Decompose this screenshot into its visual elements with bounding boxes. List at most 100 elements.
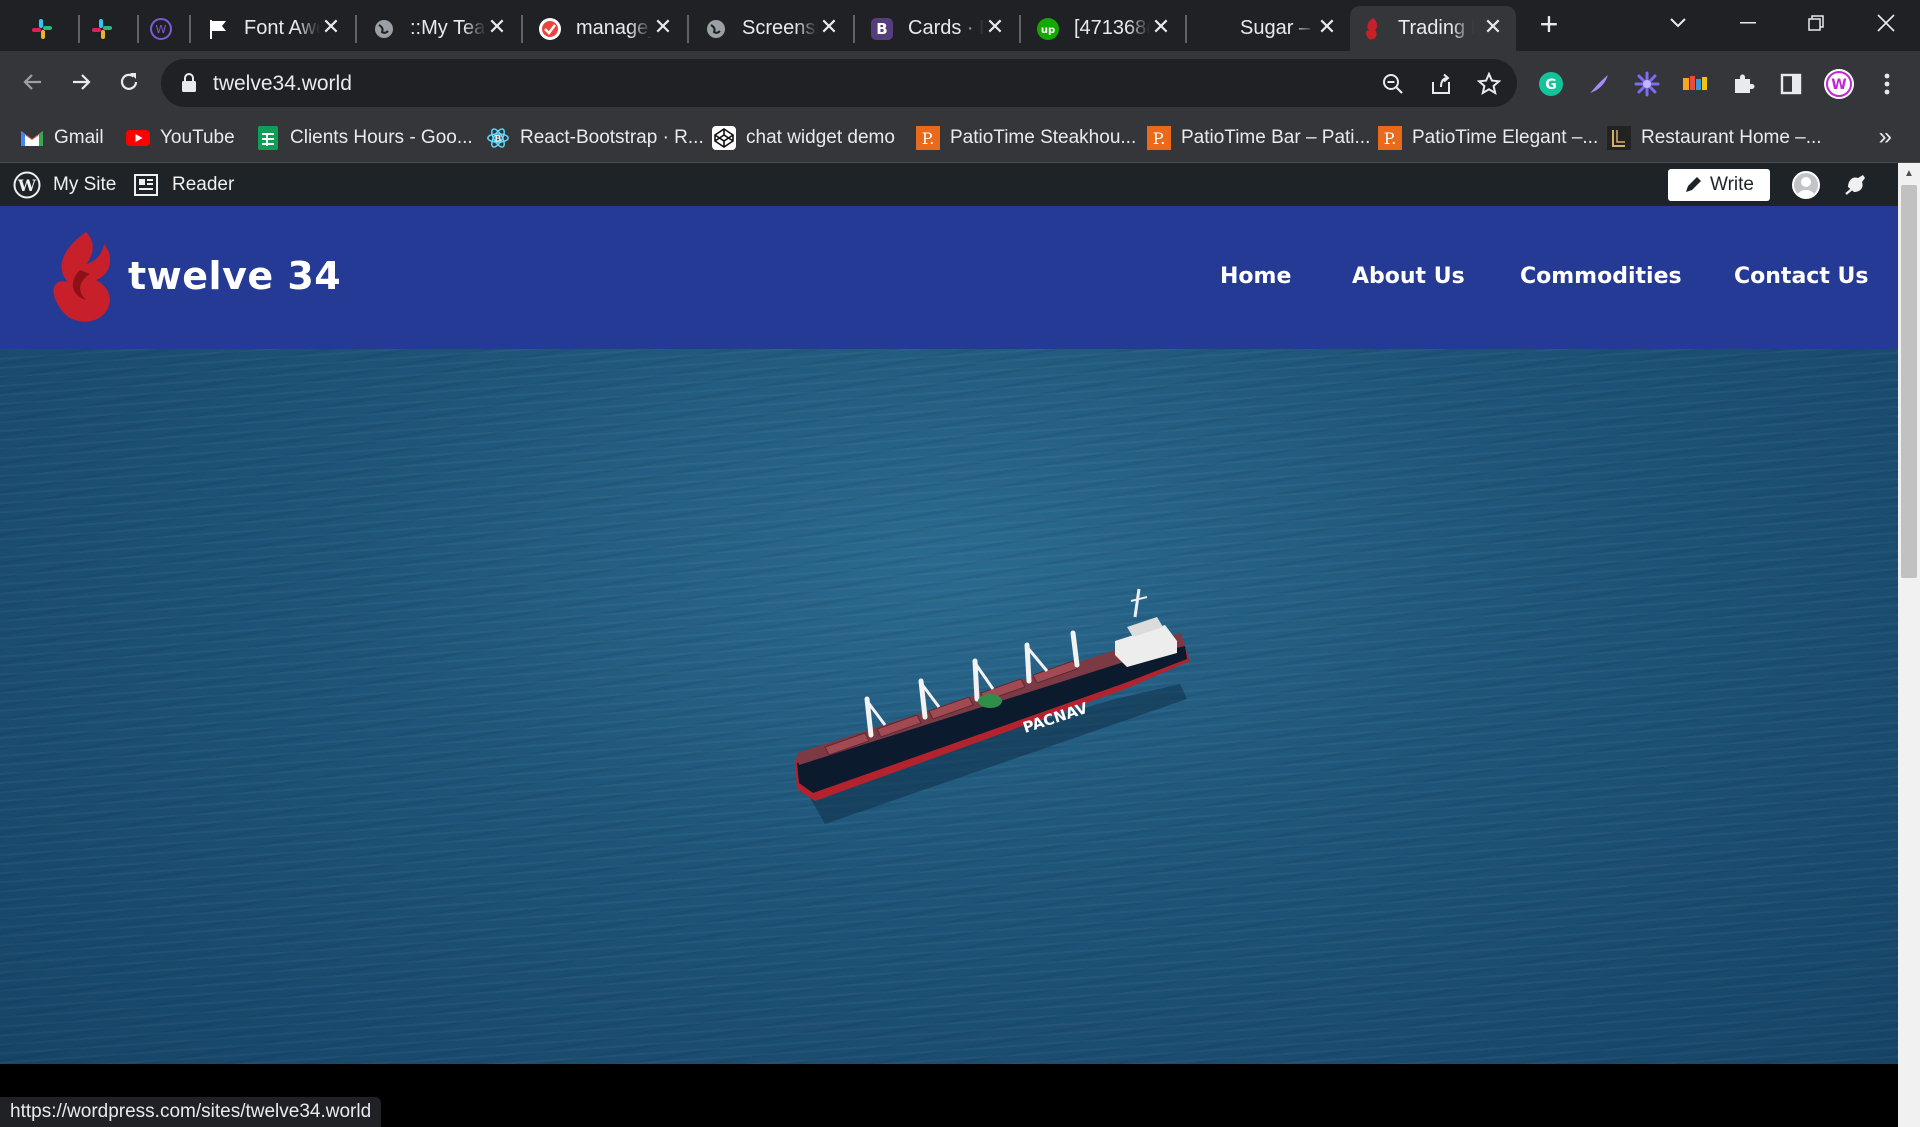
grammarly-icon[interactable]: G — [1535, 68, 1567, 100]
tab-title: Sugar – T — [1240, 17, 1316, 39]
close-icon[interactable]: ✕ — [318, 14, 344, 40]
forward-button[interactable] — [64, 65, 98, 99]
tab-screenshot[interactable]: Screensh ✕ — [694, 6, 852, 51]
write-label: Write — [1710, 174, 1754, 195]
sheets-icon — [256, 126, 280, 150]
wp-my-site-link[interactable]: W My Site — [13, 163, 116, 206]
tab-upwork[interactable]: up [471368( ✕ — [1026, 6, 1184, 51]
lock-icon[interactable] — [181, 73, 197, 98]
zoom-icon[interactable] — [1380, 71, 1406, 97]
tab-title: ::My Tear — [410, 17, 486, 39]
my-site-label: My Site — [53, 173, 117, 195]
flame-logo[interactable] — [46, 230, 116, 326]
url-text[interactable]: twelve34.world — [213, 72, 352, 96]
nav-home[interactable]: Home — [1220, 264, 1291, 289]
bookmark-star-icon[interactable] — [1476, 71, 1502, 97]
cargo-ship-illustration: PACNAV — [795, 588, 1190, 824]
tab-separator — [687, 15, 689, 43]
bookmark-label: chat widget demo — [746, 127, 895, 148]
tab-font-awesome[interactable]: Font Awe ✕ — [196, 6, 354, 51]
close-icon[interactable]: ✕ — [1480, 14, 1506, 40]
svg-text:up: up — [1041, 25, 1055, 36]
flame-icon — [1360, 17, 1384, 41]
address-bar[interactable]: twelve34.world — [161, 59, 1517, 107]
tab-trading-active[interactable]: Trading I ✕ — [1350, 6, 1516, 51]
globe-icon — [704, 17, 728, 41]
tab-cards-bootstrap[interactable]: B Cards · B ✕ — [860, 6, 1018, 51]
svg-text:P.: P. — [1384, 129, 1397, 148]
tab-manage[interactable]: manage_ ✕ — [528, 6, 686, 51]
bookmark-react-bootstrap[interactable]: B React-Bootstrap · R... — [486, 121, 704, 155]
kebab-menu-icon[interactable] — [1871, 68, 1903, 100]
wp-user-avatar[interactable] — [1792, 171, 1820, 199]
svg-text:P.: P. — [922, 129, 935, 148]
tab-slack-1[interactable] — [20, 6, 72, 51]
bookmarks-overflow-button[interactable]: » — [1879, 123, 1892, 151]
tab-title: Cards · B — [908, 17, 984, 39]
notifications-bell-icon[interactable] — [1843, 163, 1869, 206]
close-icon[interactable]: ✕ — [650, 14, 676, 40]
share-icon[interactable] — [1428, 71, 1454, 97]
nav-contact-us[interactable]: Contact Us — [1734, 264, 1868, 289]
wp-circle-icon: W — [149, 17, 173, 41]
minimize-button[interactable] — [1730, 8, 1766, 38]
bookmark-clients-hours[interactable]: Clients Hours - Goo... — [256, 121, 473, 155]
patiotime-icon: P. — [1378, 126, 1402, 150]
close-window-button[interactable] — [1868, 8, 1904, 38]
puzzle-icon[interactable] — [1727, 68, 1759, 100]
write-button[interactable]: Write — [1668, 169, 1770, 201]
nav-commodities[interactable]: Commodities — [1520, 264, 1682, 289]
svg-text:G: G — [1545, 77, 1557, 93]
slack-icon — [30, 17, 54, 41]
bookmark-label: PatioTime Elegant –... — [1412, 127, 1599, 148]
bookmark-label: Restaurant Home –... — [1641, 127, 1822, 148]
scrollbar-thumb[interactable] — [1901, 185, 1917, 578]
new-tab-button[interactable]: + — [1534, 8, 1564, 40]
wordpress-icon: W — [13, 171, 41, 199]
react-icon: B — [486, 126, 510, 150]
close-icon[interactable]: ✕ — [982, 14, 1008, 40]
blank-favicon — [1202, 17, 1226, 41]
tab-my-team[interactable]: ::My Tear ✕ — [362, 6, 520, 51]
tab-sugar[interactable]: Sugar – T ✕ — [1192, 6, 1350, 51]
svg-text:B: B — [494, 134, 501, 145]
bookmark-label: PatioTime Bar – Pati... — [1181, 127, 1371, 148]
upwork-icon: up — [1036, 17, 1060, 41]
tab-separator — [853, 15, 855, 43]
feather-extension-icon[interactable] — [1583, 68, 1615, 100]
codepen-icon — [712, 126, 736, 150]
restore-button[interactable] — [1798, 8, 1834, 38]
bookmark-gmail[interactable]: Gmail — [20, 121, 104, 155]
tab-search-button[interactable] — [1660, 8, 1696, 38]
bookmark-patiotime-steakhouse[interactable]: P. PatioTime Steakhou... — [916, 121, 1136, 155]
bookmarks-bar: Gmail YouTube Clients Hours - Goo... B R… — [0, 113, 1920, 163]
reader-label: Reader — [172, 173, 235, 195]
close-icon[interactable]: ✕ — [816, 14, 842, 40]
nav-about-us[interactable]: About Us — [1352, 264, 1465, 289]
colorful-extension-icon[interactable] — [1679, 68, 1711, 100]
hero-ocean-image: PACNAV — [0, 349, 1898, 1064]
sparkle-extension-icon[interactable] — [1631, 68, 1663, 100]
profile-avatar[interactable]: W — [1823, 68, 1855, 100]
bookmark-patiotime-elegant[interactable]: P. PatioTime Elegant –... — [1378, 121, 1598, 155]
site-header: twelve 34 Home About Us Commodities Cont… — [0, 206, 1898, 349]
close-icon[interactable]: ✕ — [484, 14, 510, 40]
site-brand-name[interactable]: twelve 34 — [128, 254, 341, 298]
tab-wp-circle[interactable]: W — [139, 6, 191, 51]
youtube-icon — [126, 126, 150, 150]
scroll-up-arrow[interactable]: ▲ — [1901, 168, 1917, 182]
side-panel-icon[interactable] — [1775, 68, 1807, 100]
bookmark-patiotime-bar[interactable]: P. PatioTime Bar – Pati... — [1147, 121, 1370, 155]
wp-reader-link[interactable]: Reader — [134, 163, 234, 206]
bookmark-chat-widget[interactable]: chat widget demo — [712, 121, 895, 155]
close-icon[interactable]: ✕ — [1314, 14, 1340, 40]
back-button[interactable] — [16, 65, 50, 99]
tab-slack-2[interactable] — [80, 6, 132, 51]
reload-button[interactable] — [112, 65, 146, 99]
bookmark-youtube[interactable]: YouTube — [126, 121, 235, 155]
close-icon[interactable]: ✕ — [1148, 14, 1174, 40]
bookmark-label: React-Bootstrap · R... — [520, 127, 704, 148]
bookmark-restaurant-home[interactable]: Restaurant Home –... — [1607, 121, 1822, 155]
tab-title: manage_ — [576, 17, 652, 39]
bookmark-label: Clients Hours - Goo... — [290, 127, 473, 148]
